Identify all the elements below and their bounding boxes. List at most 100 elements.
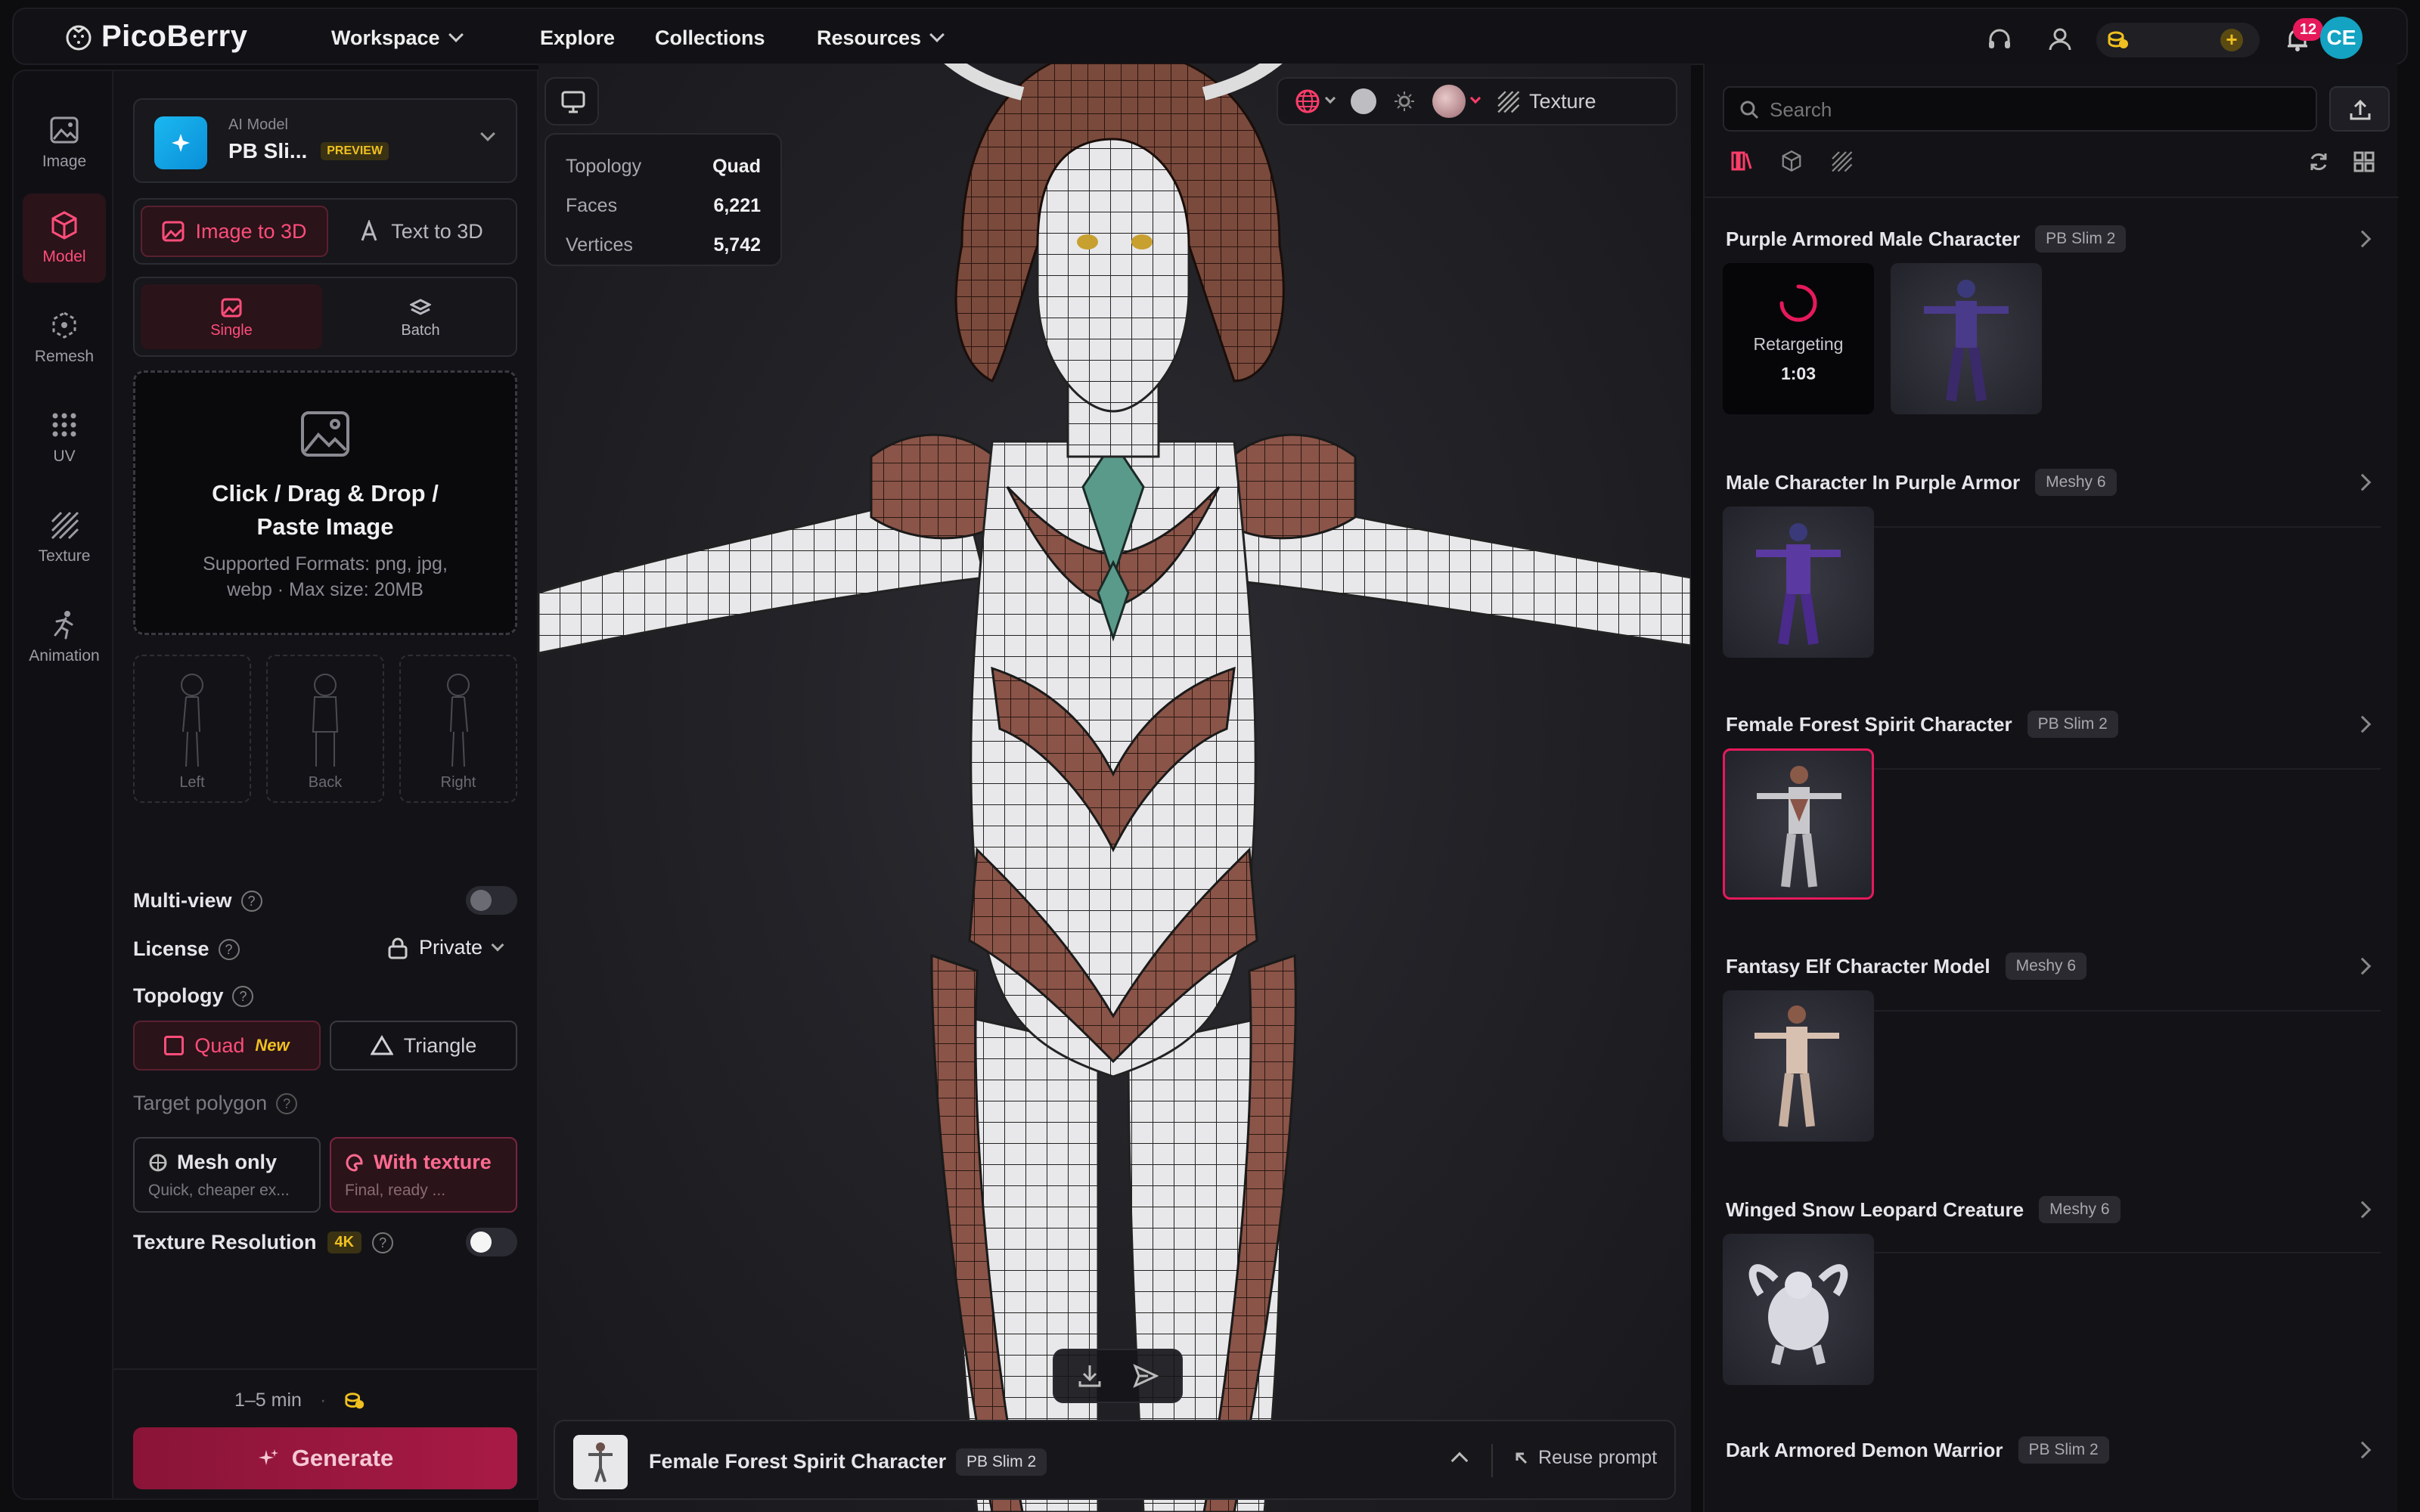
3d-viewport[interactable]: Topology Quad Faces 6,221 Vertices 5,742: [538, 64, 1691, 1512]
nav-explore[interactable]: Explore: [540, 26, 615, 50]
tab-text-to-3d[interactable]: Text to 3D: [330, 206, 511, 257]
texture-filter-icon[interactable]: [1830, 150, 1853, 172]
triangle-icon: [370, 1035, 393, 1055]
rail-label-image: Image: [42, 153, 87, 170]
wireframe-mode-select[interactable]: [1295, 88, 1336, 114]
view-slot-back[interactable]: Back: [266, 655, 384, 803]
search-input[interactable]: [1770, 95, 2299, 124]
chevron-right-icon[interactable]: [2353, 1201, 2372, 1219]
with-texture-title: With texture: [374, 1151, 492, 1173]
asset-title: Purple Armored Male Character: [1726, 227, 2021, 250]
4k-badge: 4K: [327, 1232, 362, 1253]
upload-button[interactable]: [2329, 86, 2390, 132]
asset-model-tag: Meshy 6: [2005, 953, 2087, 980]
eta-text: 1–5 min: [234, 1390, 302, 1411]
chevron-right-icon[interactable]: [2353, 1441, 2372, 1459]
topology-quad-option[interactable]: Quad New: [133, 1021, 321, 1070]
asset-thumbnail-processing[interactable]: Retargeting 1:03: [1723, 263, 1874, 414]
solid-shading-button[interactable]: [1351, 88, 1376, 114]
chevron-right-icon[interactable]: [2353, 230, 2372, 248]
asset-model-tag: PB Slim 2: [2035, 225, 2127, 253]
cube-filter-icon[interactable]: [1780, 150, 1803, 172]
image-icon: [162, 221, 185, 242]
asset-thumbnail[interactable]: [1891, 263, 2042, 414]
image-upload-dropzone[interactable]: Click / Drag & Drop / Paste Image Suppor…: [133, 370, 517, 635]
texture-view-button[interactable]: Texture: [1496, 89, 1596, 113]
asset-group[interactable]: Winged Snow Leopard Creature Meshy 6: [1705, 1196, 2399, 1423]
stat-topology-label: Topology: [566, 155, 642, 177]
forest-spirit-figure-icon: [1757, 766, 1841, 888]
material-select[interactable]: [1432, 85, 1481, 118]
nav-workspace[interactable]: Workspace: [331, 26, 464, 50]
tab-single[interactable]: Single: [141, 284, 322, 349]
view-slot-left[interactable]: Left: [133, 655, 251, 803]
asset-title: Female Forest Spirit Character: [1726, 712, 2012, 736]
credits-widget[interactable]: +: [2096, 23, 2260, 57]
user-avatar[interactable]: CE: [2320, 17, 2363, 59]
user-profile-icon[interactable]: [2046, 26, 2074, 53]
refresh-icon[interactable]: [2308, 151, 2329, 172]
mesh-only-option[interactable]: Mesh only Quick, cheaper ex...: [133, 1137, 321, 1213]
generation-mode-tabs: Image to 3D Text to 3D: [133, 198, 517, 265]
upload-title: Click / Drag & Drop / Paste Image: [212, 480, 439, 540]
purple-character-figure-icon: [1924, 280, 2009, 401]
upload-image-icon: [301, 411, 349, 457]
asset-group[interactable]: Male Character In Purple Armor Meshy 6: [1705, 469, 2399, 696]
reuse-prompt-button[interactable]: Reuse prompt: [1514, 1447, 1657, 1469]
with-texture-option[interactable]: With texture Final, ready ...: [330, 1137, 517, 1213]
asset-thumbnail[interactable]: [1723, 990, 1874, 1142]
rail-item-model[interactable]: Model: [23, 194, 106, 283]
license-select[interactable]: Private: [387, 936, 504, 959]
tab-image-to-3d-label: Image to 3D: [195, 219, 307, 243]
search-bar[interactable]: [1723, 86, 2317, 132]
license-label: License: [133, 937, 209, 960]
rail-item-image[interactable]: Image: [23, 98, 106, 187]
help-icon[interactable]: ?: [232, 985, 254, 1007]
multiview-toggle[interactable]: [466, 886, 517, 915]
selected-model-title: Female Forest Spirit Character: [649, 1450, 947, 1473]
rail-item-animation[interactable]: Animation: [23, 593, 106, 682]
help-icon[interactable]: ?: [218, 938, 240, 960]
asset-group[interactable]: Dark Armored Demon Warrior PB Slim 2: [1705, 1436, 2399, 1482]
light-icon[interactable]: [1393, 90, 1416, 113]
single-image-icon: [221, 298, 242, 318]
rail-item-remesh[interactable]: Remesh: [23, 293, 106, 383]
view-slot-right[interactable]: Right: [399, 655, 517, 803]
nav-collections[interactable]: Collections: [655, 26, 765, 50]
asset-thumbnail[interactable]: [1723, 1234, 1874, 1385]
topology-triangle-option[interactable]: Triangle: [330, 1021, 517, 1070]
asset-thumbnail-selected[interactable]: [1723, 748, 1874, 900]
help-icon[interactable]: ?: [240, 890, 262, 912]
rail-item-uv[interactable]: UV: [23, 393, 106, 482]
send-icon[interactable]: [1133, 1363, 1159, 1389]
ai-model-selector[interactable]: AI Model PB Sli... PREVIEW: [133, 98, 517, 183]
texture-resolution-row: Texture Resolution 4K ?: [133, 1231, 394, 1254]
brand-logo[interactable]: PicoBerry: [64, 20, 247, 53]
asset-group[interactable]: Female Forest Spirit Character PB Slim 2: [1705, 711, 2399, 937]
tab-batch[interactable]: Batch: [330, 284, 511, 349]
asset-thumbnail[interactable]: [1723, 507, 1874, 658]
grid-view-icon[interactable]: [2353, 151, 2375, 172]
chevron-right-icon[interactable]: [2353, 715, 2372, 733]
headset-support-icon[interactable]: [1986, 26, 2013, 53]
tab-image-to-3d[interactable]: Image to 3D: [141, 206, 328, 257]
library-filter-icon[interactable]: [1730, 150, 1753, 172]
display-mode-button[interactable]: [544, 77, 599, 125]
nav-resources[interactable]: Resources: [817, 26, 945, 50]
selected-model-bar[interactable]: Female Forest Spirit Character PB Slim 2…: [554, 1420, 1676, 1500]
chevron-up-icon[interactable]: [1450, 1452, 1469, 1470]
asset-model-tag: Meshy 6: [2035, 469, 2117, 496]
rail-label-uv: UV: [53, 448, 76, 465]
help-icon[interactable]: ?: [372, 1232, 394, 1253]
help-icon[interactable]: ?: [276, 1092, 298, 1114]
topology-triangle-label: Triangle: [403, 1033, 477, 1057]
generate-button[interactable]: Generate: [133, 1427, 517, 1489]
asset-group[interactable]: Fantasy Elf Character Model Meshy 6: [1705, 953, 2399, 1179]
chevron-right-icon[interactable]: [2353, 957, 2372, 975]
add-credits-button[interactable]: +: [2220, 29, 2243, 51]
texture-resolution-toggle[interactable]: [466, 1228, 517, 1256]
chevron-right-icon[interactable]: [2353, 473, 2372, 491]
stat-faces-value: 6,221: [713, 194, 761, 216]
download-icon[interactable]: [1077, 1363, 1103, 1389]
rail-item-texture[interactable]: Texture: [23, 493, 106, 582]
